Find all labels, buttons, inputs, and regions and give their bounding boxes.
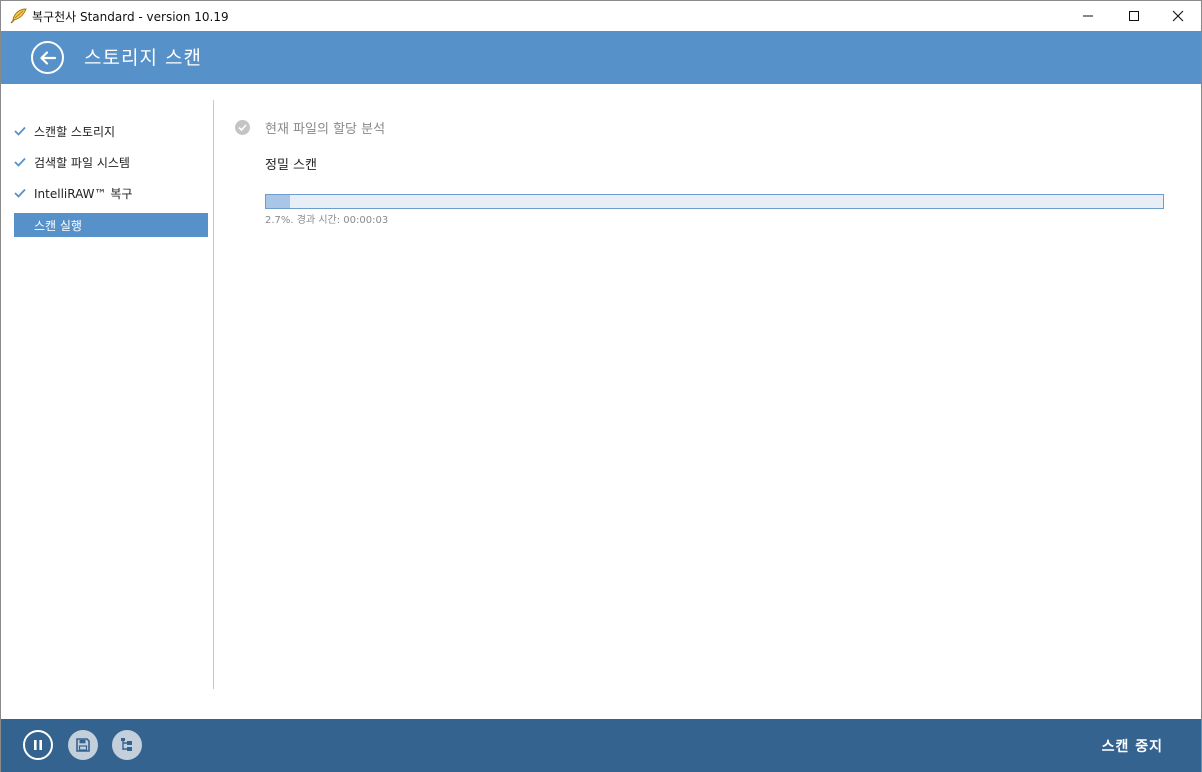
sidebar-item-label: IntelliRAW™ 복구 bbox=[34, 186, 133, 201]
pause-button[interactable] bbox=[23, 730, 53, 760]
sidebar-item-storage[interactable]: 스캔할 스토리지 bbox=[14, 119, 208, 143]
page-title: 스토리지 스캔 bbox=[84, 47, 202, 69]
checkmark-icon bbox=[14, 157, 34, 167]
floppy-disk-icon bbox=[76, 738, 90, 752]
stop-scan-button[interactable]: 스캔 중지 bbox=[1102, 736, 1163, 756]
app-window: 복구천사 Standard - version 10.19 스토리지 스캔 스캔… bbox=[0, 0, 1202, 772]
wizard-steps-sidebar: 스캔할 스토리지 검색할 파일 시스템 IntelliRAW™ 복구 스캔 실행 bbox=[1, 84, 213, 688]
step-label: 현재 파일의 할당 분석 bbox=[265, 121, 386, 137]
feather-icon bbox=[9, 8, 27, 24]
checkmark-icon bbox=[14, 188, 34, 198]
tree-view-button[interactable] bbox=[112, 730, 142, 760]
close-icon bbox=[1172, 10, 1184, 22]
progress-status-text: 2.7%. 경과 시간: 00:00:03 bbox=[265, 215, 389, 226]
save-scan-button[interactable] bbox=[68, 730, 98, 760]
tree-view-icon bbox=[121, 738, 132, 751]
scan-progress-bar bbox=[265, 194, 1164, 209]
minimize-icon bbox=[1083, 15, 1093, 17]
checkmark-icon bbox=[14, 126, 34, 136]
sidebar-item-label: 스캔 실행 bbox=[34, 218, 82, 233]
sidebar-item-intelliraw[interactable]: IntelliRAW™ 복구 bbox=[14, 181, 208, 205]
check-circle-icon bbox=[235, 119, 250, 135]
sidebar-item-run-scan[interactable]: 스캔 실행 bbox=[14, 213, 208, 237]
close-button[interactable] bbox=[1155, 1, 1201, 31]
arrow-left-icon bbox=[39, 50, 56, 65]
window-title: 복구천사 Standard - version 10.19 bbox=[32, 10, 229, 24]
scan-step: 현재 파일의 할당 분석 bbox=[235, 117, 385, 137]
sidebar-item-label: 스캔할 스토리지 bbox=[34, 124, 116, 139]
phase-title: 정밀 스캔 bbox=[265, 158, 317, 173]
minimize-button[interactable] bbox=[1065, 1, 1111, 31]
page-header: 스토리지 스캔 bbox=[1, 31, 1201, 84]
maximize-icon bbox=[1129, 11, 1139, 21]
sidebar-item-filesystem[interactable]: 검색할 파일 시스템 bbox=[14, 150, 208, 174]
bottom-toolbar: 스캔 중지 bbox=[1, 719, 1201, 772]
title-bar: 복구천사 Standard - version 10.19 bbox=[1, 1, 1201, 31]
sidebar-item-label: 검색할 파일 시스템 bbox=[34, 155, 130, 170]
maximize-button[interactable] bbox=[1111, 1, 1157, 31]
back-button[interactable] bbox=[31, 41, 64, 74]
pause-icon bbox=[34, 740, 42, 750]
sidebar-divider bbox=[213, 100, 214, 689]
progress-fill bbox=[266, 195, 291, 208]
